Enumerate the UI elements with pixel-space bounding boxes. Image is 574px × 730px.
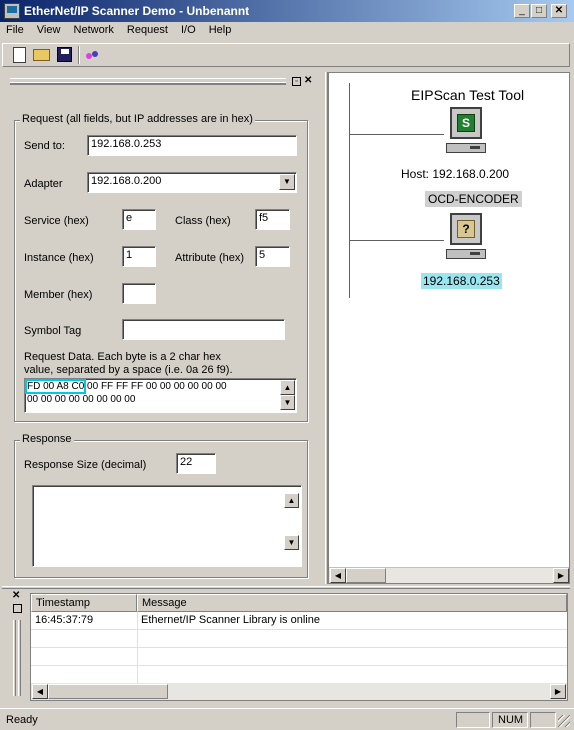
- device-name-badge: OCD-ENCODER: [425, 191, 522, 207]
- adapter-select[interactable]: 192.168.0.200: [87, 172, 297, 193]
- device-ip: 192.168.0.253: [423, 274, 500, 288]
- class-input[interactable]: f5: [255, 209, 290, 230]
- request-group-title: Request (all fields, but IP addresses ar…: [20, 113, 255, 125]
- network-scroll-thumb[interactable]: [346, 568, 386, 583]
- tool-title: EIPScan Test Tool: [411, 87, 525, 103]
- log-row-empty: [31, 648, 567, 666]
- about-icon[interactable]: [86, 49, 100, 61]
- title-bar[interactable]: EtherNet/IP Scanner Demo - Unbenannt _ □…: [0, 0, 574, 22]
- response-scroll-up[interactable]: ▲: [284, 493, 299, 508]
- status-bar: Ready NUM: [0, 708, 574, 730]
- log-panel-float-icon[interactable]: [13, 604, 22, 613]
- request-data-scroll-up[interactable]: ▲: [280, 380, 295, 395]
- response-scroll-down[interactable]: ▼: [284, 535, 299, 550]
- service-label: Service (hex): [24, 215, 89, 227]
- log-list[interactable]: Timestamp Message 16:45:37:79 Ethernet/I…: [30, 593, 568, 701]
- toolbar-separator: [78, 46, 80, 64]
- adapter-select-value: 192.168.0.200: [91, 175, 162, 187]
- log-row-timestamp: 16:45:37:79: [35, 614, 94, 626]
- app-icon: [4, 3, 20, 19]
- status-num-pane: NUM: [492, 712, 528, 728]
- request-data-selected: FD 00 A8 C0: [25, 379, 87, 394]
- resize-grip-icon[interactable]: [558, 715, 570, 727]
- response-group-title: Response: [20, 433, 74, 445]
- instance-input[interactable]: 1: [122, 246, 156, 267]
- response-size-input[interactable]: 22: [176, 453, 216, 474]
- window-title: EtherNet/IP Scanner Demo - Unbenannt: [24, 4, 250, 18]
- status-num: NUM: [498, 714, 524, 726]
- class-label: Class (hex): [175, 215, 231, 227]
- log-row-message: Ethernet/IP Scanner Library is online: [141, 614, 320, 626]
- request-panel: ▫ ✕ Request (all fields, but IP addresse…: [2, 72, 325, 584]
- open-folder-icon[interactable]: [33, 49, 50, 61]
- device-computer-icon[interactable]: ?: [446, 213, 486, 263]
- host-computer-icon[interactable]: S: [446, 107, 486, 157]
- menu-network[interactable]: Network: [74, 24, 114, 36]
- maximize-button[interactable]: □: [531, 4, 547, 18]
- symbol-tag-label: Symbol Tag: [24, 325, 82, 337]
- network-view[interactable]: EIPScan Test Tool S Host: 192.168.0.200 …: [328, 72, 570, 584]
- menu-file[interactable]: File: [6, 24, 24, 36]
- adapter-label: Adapter: [24, 178, 63, 190]
- request-data-line1-rest: 00 FF FF FF 00 00 00 00 00 00: [84, 381, 227, 392]
- instance-label: Instance (hex): [24, 252, 94, 264]
- log-scroll-left[interactable]: ◀: [32, 684, 48, 699]
- host-screen-letter: S: [457, 114, 475, 132]
- status-text: Ready: [6, 714, 38, 726]
- menu-view[interactable]: View: [37, 24, 61, 36]
- toolbar: [2, 43, 570, 67]
- close-button[interactable]: ✕: [551, 4, 567, 18]
- minimize-button[interactable]: _: [514, 4, 530, 18]
- adapter-dropdown-button[interactable]: ▼: [279, 174, 295, 190]
- log-header-message[interactable]: Message: [137, 594, 567, 612]
- request-data-hint-line1: Request Data. Each byte is a 2 char hex: [24, 351, 221, 363]
- panel-grip-2: [10, 82, 286, 85]
- attribute-label: Attribute (hex): [175, 252, 245, 264]
- panel-close-icon[interactable]: ✕: [304, 75, 312, 86]
- send-to-input[interactable]: 192.168.0.253: [87, 135, 297, 156]
- panel-float-icon[interactable]: ▫: [292, 77, 301, 86]
- device-connector: [349, 240, 444, 241]
- response-data-textarea[interactable]: [32, 485, 302, 567]
- host-label: Host: 192.168.0.200: [401, 167, 510, 181]
- service-input[interactable]: e: [122, 209, 156, 230]
- attribute-input[interactable]: 5: [255, 246, 290, 267]
- menu-request[interactable]: Request: [127, 24, 168, 36]
- request-group: [14, 120, 308, 422]
- log-scroll-right[interactable]: ▶: [550, 684, 566, 699]
- request-data-hint-line2: value, separated by a space (i.e. 0a 26 …: [24, 364, 233, 376]
- log-panel-close-icon[interactable]: ✕: [12, 590, 20, 601]
- new-file-icon[interactable]: [13, 47, 26, 63]
- status-pane-empty: [456, 712, 490, 728]
- request-data-line2: 00 00 00 00 00 00 00 00: [27, 394, 136, 405]
- device-ip-badge: 192.168.0.253: [421, 273, 502, 289]
- network-bus-line: [349, 83, 350, 298]
- network-scroll-right[interactable]: ▶: [553, 568, 569, 583]
- member-label: Member (hex): [24, 289, 93, 301]
- symbol-tag-input[interactable]: [122, 319, 285, 340]
- save-icon[interactable]: [57, 47, 72, 62]
- log-panel-grip[interactable]: [2, 586, 570, 589]
- device-name: OCD-ENCODER: [428, 192, 519, 206]
- menu-help[interactable]: Help: [209, 24, 232, 36]
- device-screen-letter: ?: [457, 220, 475, 238]
- network-scroll-left[interactable]: ◀: [330, 568, 346, 583]
- status-pane-last: [530, 712, 556, 728]
- response-size-label: Response Size (decimal): [24, 459, 147, 471]
- send-to-label: Send to:: [24, 140, 65, 152]
- log-row[interactable]: 16:45:37:79 Ethernet/IP Scanner Library …: [31, 612, 567, 630]
- log-column-divider: [137, 612, 138, 684]
- menu-io[interactable]: I/O: [181, 24, 196, 36]
- member-input[interactable]: [122, 283, 156, 304]
- log-header-timestamp[interactable]: Timestamp: [31, 594, 137, 612]
- host-connector: [349, 134, 444, 135]
- menu-bar: File View Network Request I/O Help: [6, 24, 241, 40]
- log-row-empty: [31, 630, 567, 648]
- log-panel-bar-1: [13, 620, 16, 696]
- log-scroll-thumb[interactable]: [48, 684, 168, 699]
- request-data-textarea[interactable]: FD 00 A8 C0 00 FF FF FF 00 00 00 00 00 0…: [24, 378, 297, 413]
- request-data-scroll-down[interactable]: ▼: [280, 395, 295, 410]
- log-panel-bar-2: [18, 620, 21, 696]
